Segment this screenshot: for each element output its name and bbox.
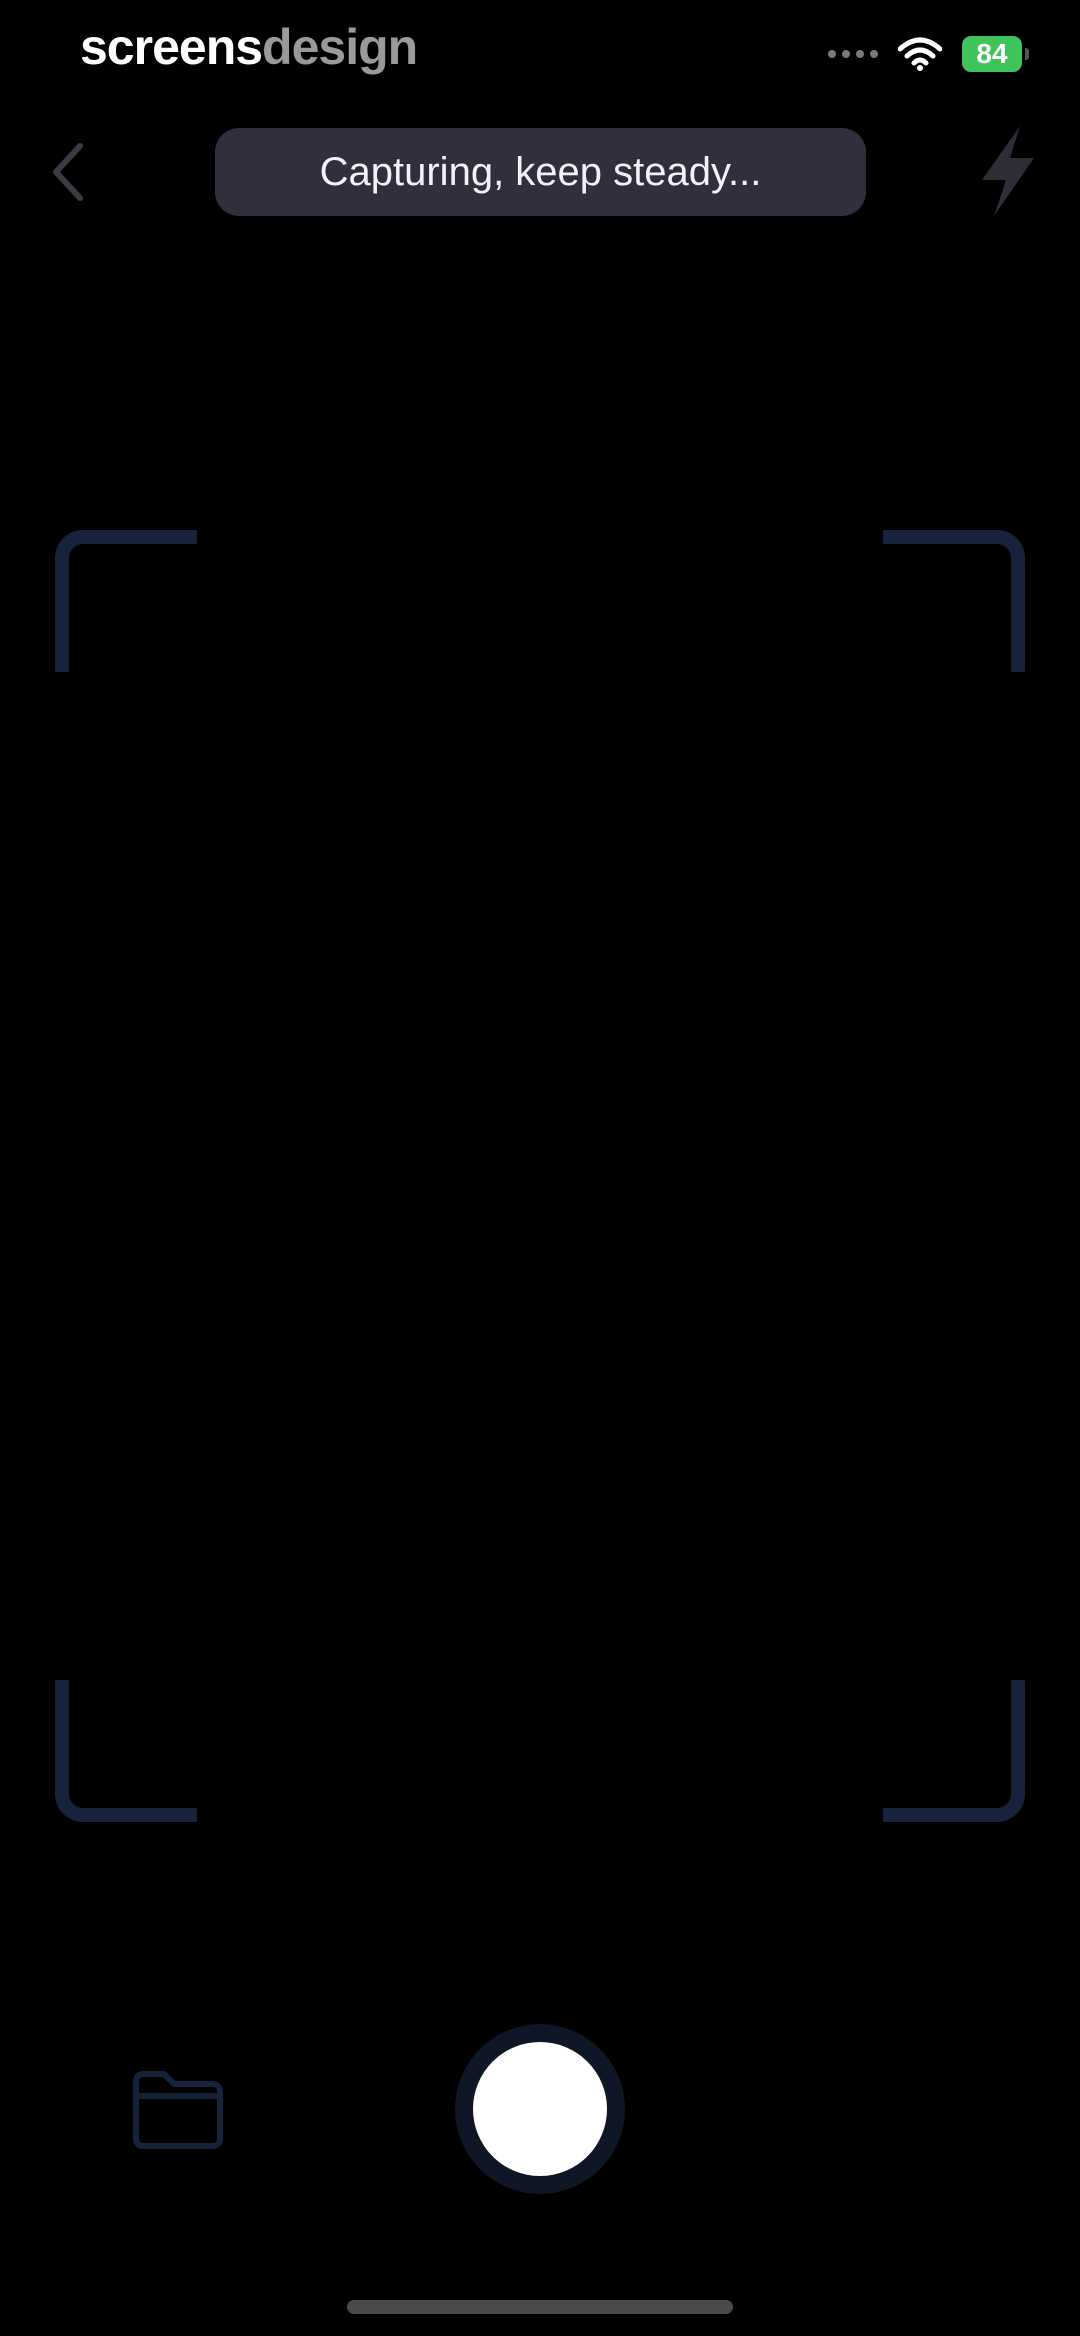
wifi-icon — [898, 37, 942, 71]
status-bar-right: 84 — [828, 36, 1029, 72]
viewfinder-corner-bottom-right — [883, 1680, 1025, 1822]
capture-status-toast: Capturing, keep steady... — [215, 128, 866, 216]
signal-dots-icon — [828, 50, 878, 58]
shutter-button[interactable] — [455, 2024, 625, 2194]
folder-icon — [133, 2071, 223, 2149]
home-indicator[interactable] — [347, 2300, 733, 2314]
watermark-logo: screensdesign — [80, 18, 418, 76]
viewfinder-corner-bottom-left — [55, 1680, 197, 1822]
watermark-part-design: design — [262, 19, 418, 75]
back-button[interactable] — [46, 140, 90, 204]
watermark-part-screens: screens — [80, 19, 263, 75]
battery-icon: 84 — [962, 36, 1029, 72]
chevron-left-icon — [53, 143, 83, 201]
flash-toggle-button[interactable] — [976, 124, 1040, 218]
gallery-folder-button[interactable] — [130, 2068, 226, 2152]
viewfinder-corner-top-right — [883, 530, 1025, 672]
battery-level: 84 — [976, 38, 1008, 69]
capture-status-text: Capturing, keep steady... — [319, 149, 762, 194]
viewfinder-corner-top-left — [55, 530, 197, 672]
shutter-inner-circle — [473, 2042, 607, 2176]
lightning-bolt-icon — [982, 126, 1034, 216]
